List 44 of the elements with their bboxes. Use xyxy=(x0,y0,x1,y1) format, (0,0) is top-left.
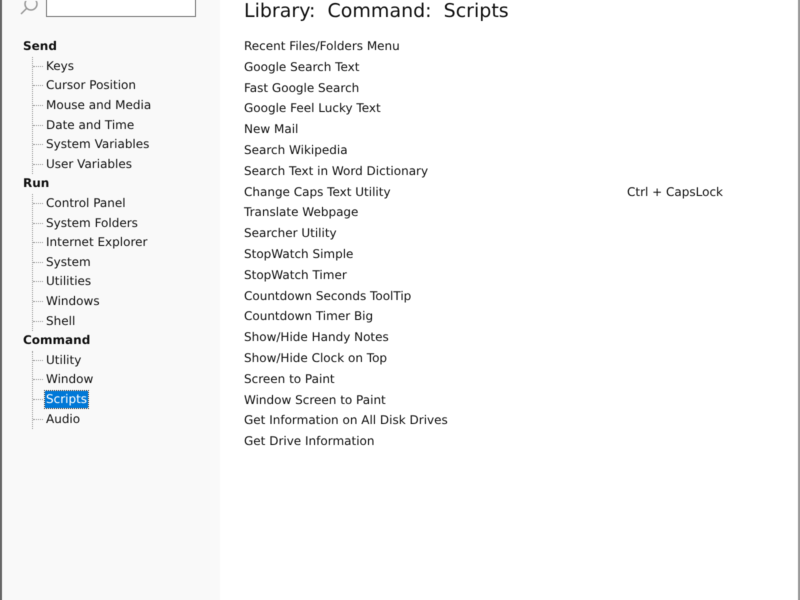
script-item[interactable]: Search Text in Word Dictionary xyxy=(244,160,627,182)
tree-item[interactable]: Cursor Position xyxy=(45,77,137,94)
tree-item[interactable]: Mouse and Media xyxy=(45,97,152,114)
tree-item[interactable]: Utilities xyxy=(45,273,92,290)
tree-item[interactable]: Internet Explorer xyxy=(45,234,148,252)
tree-group[interactable]: Run xyxy=(23,174,220,194)
script-item[interactable]: Google Search Text xyxy=(244,56,627,78)
tree-item[interactable]: Audio xyxy=(45,410,82,428)
search-icon xyxy=(20,1,38,15)
tree-item[interactable]: Windows xyxy=(45,293,101,310)
script-item[interactable]: StopWatch Timer xyxy=(244,264,627,286)
script-item[interactable]: StopWatch Simple xyxy=(244,244,627,265)
tree-group[interactable]: Send xyxy=(23,37,220,57)
search-field[interactable] xyxy=(46,0,196,17)
tree-item[interactable]: Control Panel xyxy=(45,195,127,212)
tree-item[interactable]: Scripts xyxy=(45,390,88,408)
script-item[interactable]: Get Drive Information xyxy=(244,431,627,452)
tree-item[interactable]: Date and Time xyxy=(45,116,136,134)
script-item[interactable]: Google Feel Lucky Text xyxy=(244,98,627,120)
script-item[interactable]: New Mail xyxy=(244,119,627,140)
tree-item[interactable]: User Variables xyxy=(45,156,134,173)
tree-item[interactable]: System Folders xyxy=(45,214,139,232)
page-title: Library: Command: Scripts xyxy=(244,0,509,24)
script-item[interactable]: Fast Google Search xyxy=(244,78,627,98)
script-item[interactable]: Search Wikipedia xyxy=(244,140,627,161)
tree-group[interactable]: Command xyxy=(23,330,220,350)
script-item[interactable]: Window Screen to Paint xyxy=(244,390,627,410)
tree-item[interactable]: System Variables xyxy=(45,136,150,154)
tree-item[interactable]: Window xyxy=(45,371,94,388)
script-item[interactable]: Recent Files/Folders Menu xyxy=(244,36,627,57)
script-item[interactable]: Show/Hide Clock on Top xyxy=(244,348,627,369)
script-item[interactable]: Get Information on All Disk Drives xyxy=(244,410,627,432)
tree-item[interactable]: System xyxy=(45,254,92,271)
tree-item[interactable]: Keys xyxy=(45,58,76,75)
script-item[interactable]: Countdown Seconds ToolTip xyxy=(244,286,627,306)
shortcut-text: Ctrl + CapsLock xyxy=(627,184,723,201)
tree-item[interactable]: Utility xyxy=(45,352,82,369)
script-item[interactable]: Show/Hide Handy Notes xyxy=(244,327,627,348)
script-item[interactable]: Translate Webpage xyxy=(244,202,627,224)
script-item[interactable]: Countdown Timer Big xyxy=(244,306,627,328)
script-item[interactable]: Screen to Paint xyxy=(244,368,627,390)
tree-item[interactable]: Shell xyxy=(45,312,76,330)
script-item[interactable]: Searcher Utility xyxy=(244,223,627,244)
script-item[interactable]: Change Caps Text Utility xyxy=(244,182,627,202)
